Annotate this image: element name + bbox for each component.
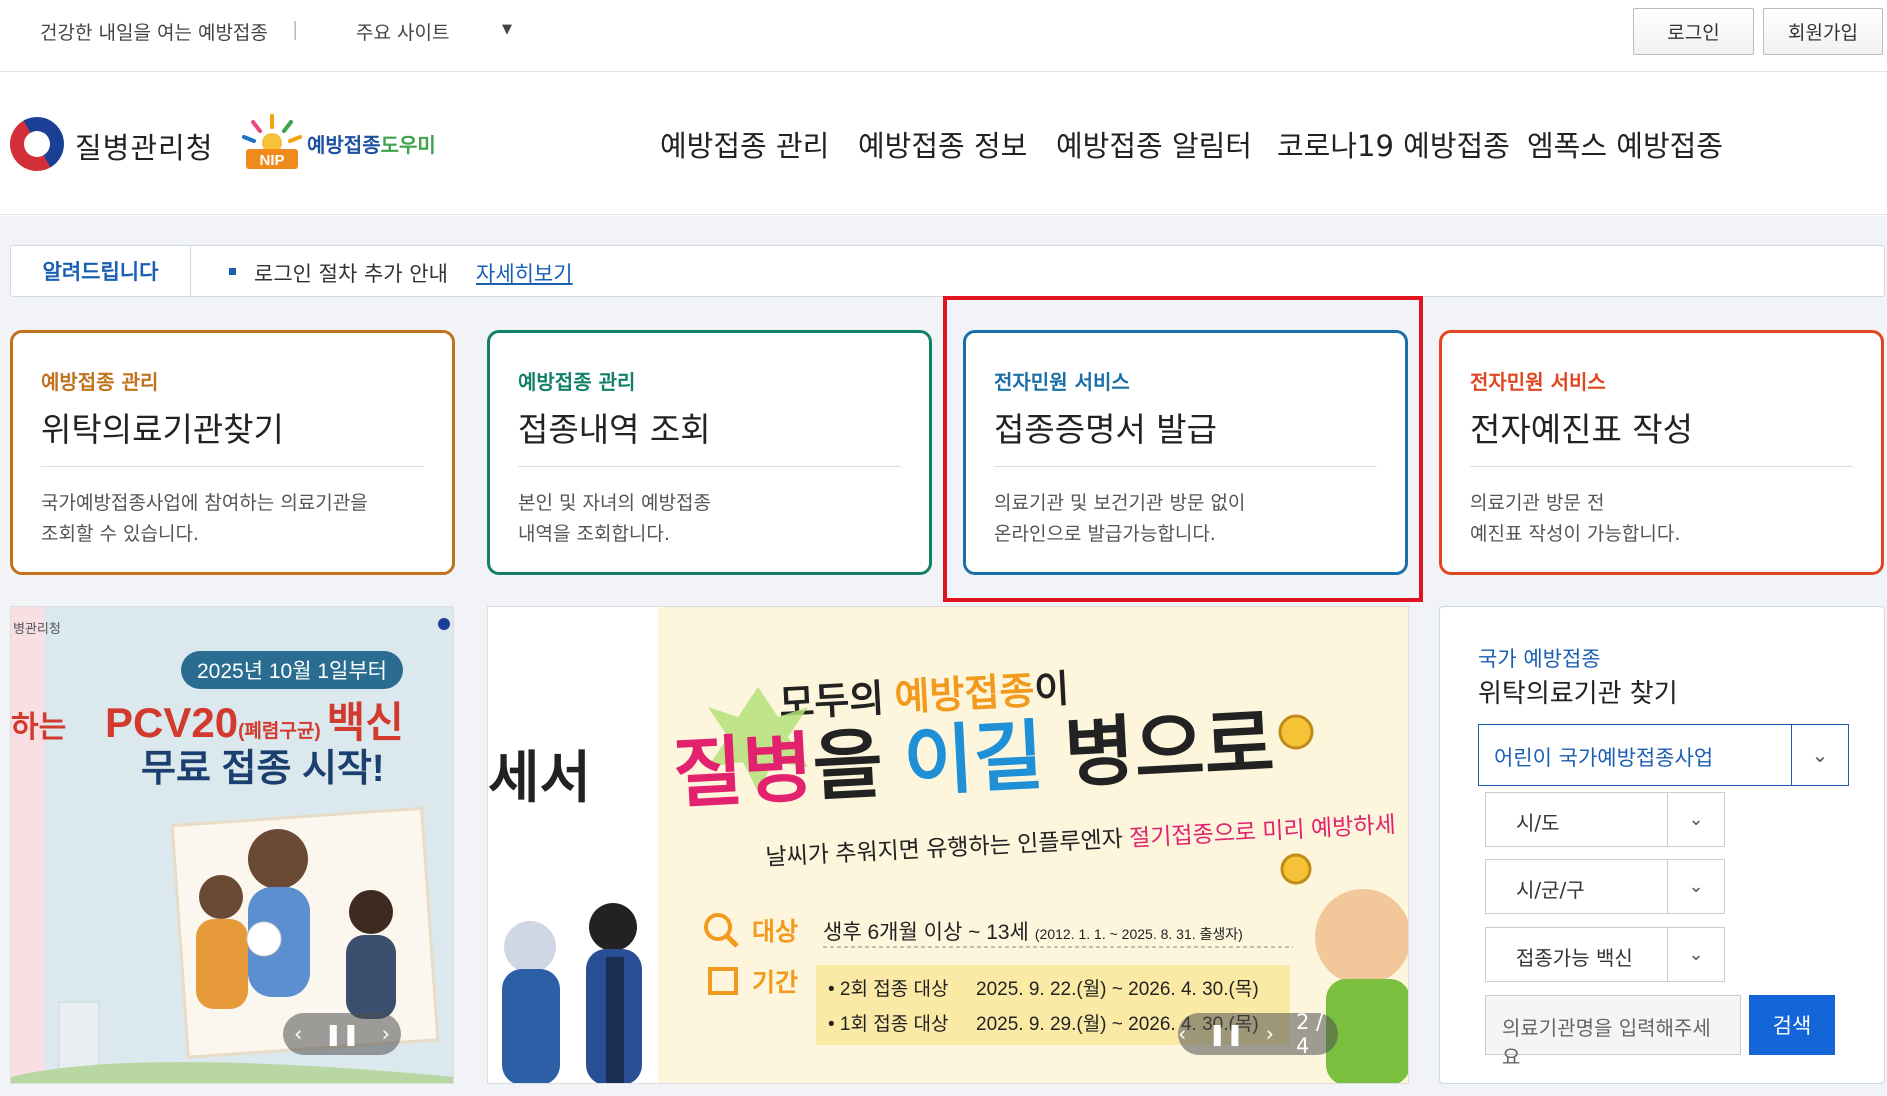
- panel-subtitle: 국가 예방접종: [1478, 647, 1601, 671]
- promo-banner-pcv20[interactable]: 병관리청 2025년 10월 1일부터 PCV20(폐렴구균) 백신 무료 접종 …: [10, 606, 454, 1084]
- nip-site-name[interactable]: 예방접종도우미: [307, 129, 436, 158]
- sigungu-select[interactable]: 시/군/구 ⌄: [1485, 859, 1725, 914]
- chevron-down-icon[interactable]: ▼: [502, 22, 512, 37]
- major-sites-dropdown[interactable]: 주요 사이트: [356, 18, 449, 45]
- sido-select[interactable]: 시/도 ⌄: [1485, 792, 1725, 847]
- prev-icon[interactable]: ‹: [294, 1022, 302, 1046]
- next-icon[interactable]: ›: [382, 1022, 390, 1046]
- card-category: 예방접종 관리: [518, 370, 636, 394]
- notice-message[interactable]: 로그인 절차 추가 안내: [254, 258, 448, 288]
- banner-edge-text: 하는: [11, 711, 66, 744]
- card-description: 내역을 조회합니다.: [518, 523, 670, 545]
- card-description: 국가예방접종사업에 참여하는 의료기관을: [41, 492, 368, 514]
- notice-label: 알려드립니다: [11, 246, 191, 296]
- chevron-down-icon[interactable]: ⌄: [1791, 725, 1848, 785]
- program-select[interactable]: 어린이 국가예방접종사업 ⌄: [1478, 724, 1849, 786]
- period-row-when: 2025. 9. 22.(월) ~ 2026. 4. 30.(목): [976, 978, 1259, 1000]
- banner-headline-2: 무료 접종 시작!: [141, 748, 385, 790]
- target-label: 대상: [752, 918, 798, 946]
- chevron-down-icon[interactable]: ⌄: [1667, 860, 1724, 913]
- card-vaccination-history[interactable]: 예방접종 관리 접종내역 조회 본인 및 자녀의 예방접종 내역을 조회합니다.: [487, 330, 932, 575]
- card-category: 전자민원 서비스: [1470, 370, 1606, 394]
- vaccine-select-value: 접종가능 백신: [1516, 946, 1633, 970]
- pcv20-banner-illustration: 병관리청 2025년 10월 1일부터 PCV20(폐렴구균) 백신 무료 접종 …: [11, 607, 453, 1083]
- site-slogan: 건강한 내일을 여는 예방접종: [40, 22, 268, 44]
- notice-more-link[interactable]: 자세히보기: [476, 258, 573, 288]
- nip-name-part: 예방접종: [307, 133, 381, 157]
- panel-title: 위탁의료기관 찾기: [1478, 679, 1678, 709]
- main-banner-controls: ‹ ❚❚ › 2 / 4: [1178, 1010, 1338, 1058]
- nip-logo-text: NIP: [259, 152, 284, 169]
- card-title: 위탁의료기관찾기: [41, 410, 284, 449]
- kdca-emblem-icon[interactable]: [0, 107, 74, 181]
- pause-icon[interactable]: ❚❚: [1208, 1022, 1243, 1046]
- nav-vaccination-management[interactable]: 예방접종 관리: [660, 123, 829, 165]
- vaccine-select[interactable]: 접종가능 백신 ⌄: [1485, 927, 1725, 982]
- nip-logo-icon[interactable]: NIP: [242, 113, 302, 171]
- chevron-down-icon[interactable]: ⌄: [1667, 928, 1724, 981]
- sigungu-select-value: 시/군/구: [1516, 878, 1585, 902]
- next-icon[interactable]: ›: [1266, 1022, 1274, 1046]
- card-description: 예진표 작성이 가능합니다.: [1470, 523, 1681, 545]
- banner-edge-text: 세서: [488, 746, 591, 809]
- promo-banner-flu-vaccination[interactable]: 세서 모두의 예방접종이 질병을 이길 병으로 날씨가 추워지면 유행하는 인플…: [487, 606, 1409, 1084]
- search-button[interactable]: 검색: [1749, 995, 1835, 1055]
- card-description: 의료기관 방문 전: [1470, 492, 1605, 514]
- period-label: 기간: [752, 969, 798, 997]
- bullet-icon: [229, 268, 236, 275]
- left-banner-controls: ‹ ❚❚ ›: [283, 1013, 401, 1055]
- page-indicator: 2 / 4: [1296, 1010, 1324, 1058]
- signup-button[interactable]: 회원가입: [1763, 8, 1883, 55]
- divider: [1470, 466, 1853, 467]
- agency-name[interactable]: 질병관리청: [75, 125, 213, 167]
- site-header: 질병관리청 NIP 예방접종도우미 예방접종 관리 예방접종 정보 예방접종 알…: [0, 73, 1887, 215]
- card-description: 조회할 수 있습니다.: [41, 523, 199, 545]
- prev-icon[interactable]: ‹: [1178, 1022, 1186, 1046]
- login-button[interactable]: 로그인: [1633, 8, 1754, 55]
- nav-mpox-vaccination[interactable]: 엠폭스 예방접종: [1527, 123, 1723, 165]
- card-title: 전자예진표 작성: [1470, 410, 1694, 449]
- notice-bar: 알려드립니다 로그인 절차 추가 안내 자세히보기: [10, 245, 1885, 297]
- banner-date-pill: 2025년 10월 1일부터: [197, 660, 387, 683]
- agency-corner-text: 병관리청: [13, 621, 61, 636]
- clinic-search-panel: 국가 예방접종 위탁의료기관 찾기 어린이 국가예방접종사업 ⌄ 시/도 ⌄ 시…: [1439, 606, 1885, 1084]
- sido-select-value: 시/도: [1516, 811, 1560, 835]
- highlight-box: [943, 296, 1423, 602]
- nav-covid19-vaccination[interactable]: 코로나19 예방접종: [1277, 123, 1510, 165]
- card-title: 접종내역 조회: [518, 410, 711, 449]
- program-select-value: 어린이 국가예방접종사업: [1494, 746, 1714, 770]
- pause-icon[interactable]: ❚❚: [324, 1022, 359, 1046]
- top-utility-bar: 건강한 내일을 여는 예방접종 | 주요 사이트 ▼ 로그인 회원가입: [0, 0, 1887, 72]
- card-find-clinic[interactable]: 예방접종 관리 위탁의료기관찾기 국가예방접종사업에 참여하는 의료기관을 조회…: [10, 330, 455, 575]
- clinic-name-input[interactable]: 의료기관명을 입력해주세요: [1485, 995, 1741, 1069]
- card-e-screening-form[interactable]: 전자민원 서비스 전자예진표 작성 의료기관 방문 전 예진표 작성이 가능합니…: [1439, 330, 1884, 575]
- nav-vaccination-notice[interactable]: 예방접종 알림터: [1056, 123, 1252, 165]
- period-row-who: • 1회 접종 대상: [828, 1013, 948, 1035]
- card-description: 본인 및 자녀의 예방접종: [518, 492, 711, 514]
- chevron-down-icon[interactable]: ⌄: [1667, 793, 1724, 846]
- divider: [41, 466, 424, 467]
- card-category: 예방접종 관리: [41, 370, 159, 394]
- divider: [518, 466, 901, 467]
- divider: |: [292, 18, 299, 40]
- nip-name-part: 도우미: [380, 133, 436, 157]
- nav-vaccination-info[interactable]: 예방접종 정보: [858, 123, 1027, 165]
- period-row-who: • 2회 접종 대상: [828, 978, 948, 1000]
